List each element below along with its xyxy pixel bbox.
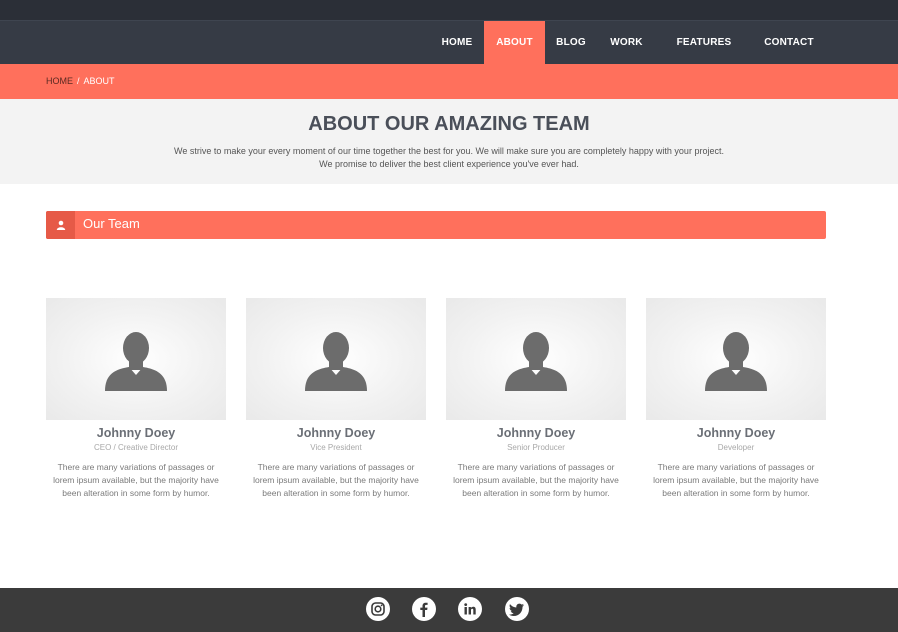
section-header: Our Team: [46, 211, 826, 239]
twitter-icon[interactable]: [505, 597, 529, 621]
instagram-icon[interactable]: [366, 597, 390, 621]
person-silhouette-icon: [305, 332, 367, 391]
avatar-placeholder: [646, 298, 826, 420]
team-card: Johnny Doey Senior Producer There are ma…: [446, 298, 626, 500]
section-title: Our Team: [83, 216, 140, 231]
member-role: Vice President: [310, 443, 362, 452]
person-silhouette-icon: [505, 332, 567, 391]
breadcrumb-current: ABOUT: [83, 76, 115, 86]
member-description: There are many variations of passages or…: [453, 462, 619, 498]
linkedin-icon[interactable]: [458, 597, 482, 621]
team-card: Johnny Doey Developer There are many var…: [646, 298, 826, 500]
main-navigation: HOME ABOUT BLOG WORK FEATURES CONTACT: [0, 20, 898, 65]
member-name: Johnny Doey: [696, 426, 776, 440]
member-role: CEO / Creative Director: [93, 443, 179, 452]
member-role: Senior Producer: [507, 443, 565, 452]
team-card: Johnny Doey CEO / Creative Director Ther…: [46, 298, 226, 500]
breadcrumb: HOME / ABOUT: [46, 76, 115, 86]
breadcrumb-home[interactable]: HOME: [46, 76, 73, 86]
member-role: Developer: [717, 443, 755, 452]
footer: [0, 588, 898, 632]
member-name: Johnny Doey: [96, 426, 176, 440]
avatar-placeholder: [446, 298, 626, 420]
page-title: ABOUT OUR AMAZING TEAM: [308, 113, 590, 135]
facebook-icon[interactable]: [412, 597, 436, 621]
nav-contact[interactable]: CONTACT: [757, 21, 821, 65]
nav-features[interactable]: FEATURES: [671, 21, 737, 65]
nav-blog[interactable]: BLOG: [550, 21, 592, 65]
top-strip: [0, 0, 898, 20]
person-silhouette-icon: [705, 332, 767, 391]
nav-about[interactable]: ABOUT: [484, 21, 545, 65]
breadcrumb-separator: /: [77, 76, 80, 86]
member-description: There are many variations of passages or…: [253, 462, 419, 498]
intro-line-1: We strive to make your every moment of o…: [174, 146, 724, 156]
member-description: There are many variations of passages or…: [653, 462, 819, 498]
page-header: ABOUT OUR AMAZING TEAM We strive to make…: [0, 99, 898, 184]
team-card: Johnny Doey Vice President There are man…: [246, 298, 426, 500]
intro-line-2: We promise to deliver the best client ex…: [319, 159, 579, 169]
nav-home[interactable]: HOME: [432, 21, 482, 65]
member-description: There are many variations of passages or…: [53, 462, 219, 498]
member-name: Johnny Doey: [296, 426, 376, 440]
nav-work[interactable]: WORK: [604, 21, 649, 65]
breadcrumb-bar: HOME / ABOUT: [0, 64, 898, 99]
person-silhouette-icon: [105, 332, 167, 391]
user-icon: [46, 211, 75, 239]
member-name: Johnny Doey: [496, 426, 576, 440]
avatar-placeholder: [46, 298, 226, 420]
avatar-placeholder: [246, 298, 426, 420]
